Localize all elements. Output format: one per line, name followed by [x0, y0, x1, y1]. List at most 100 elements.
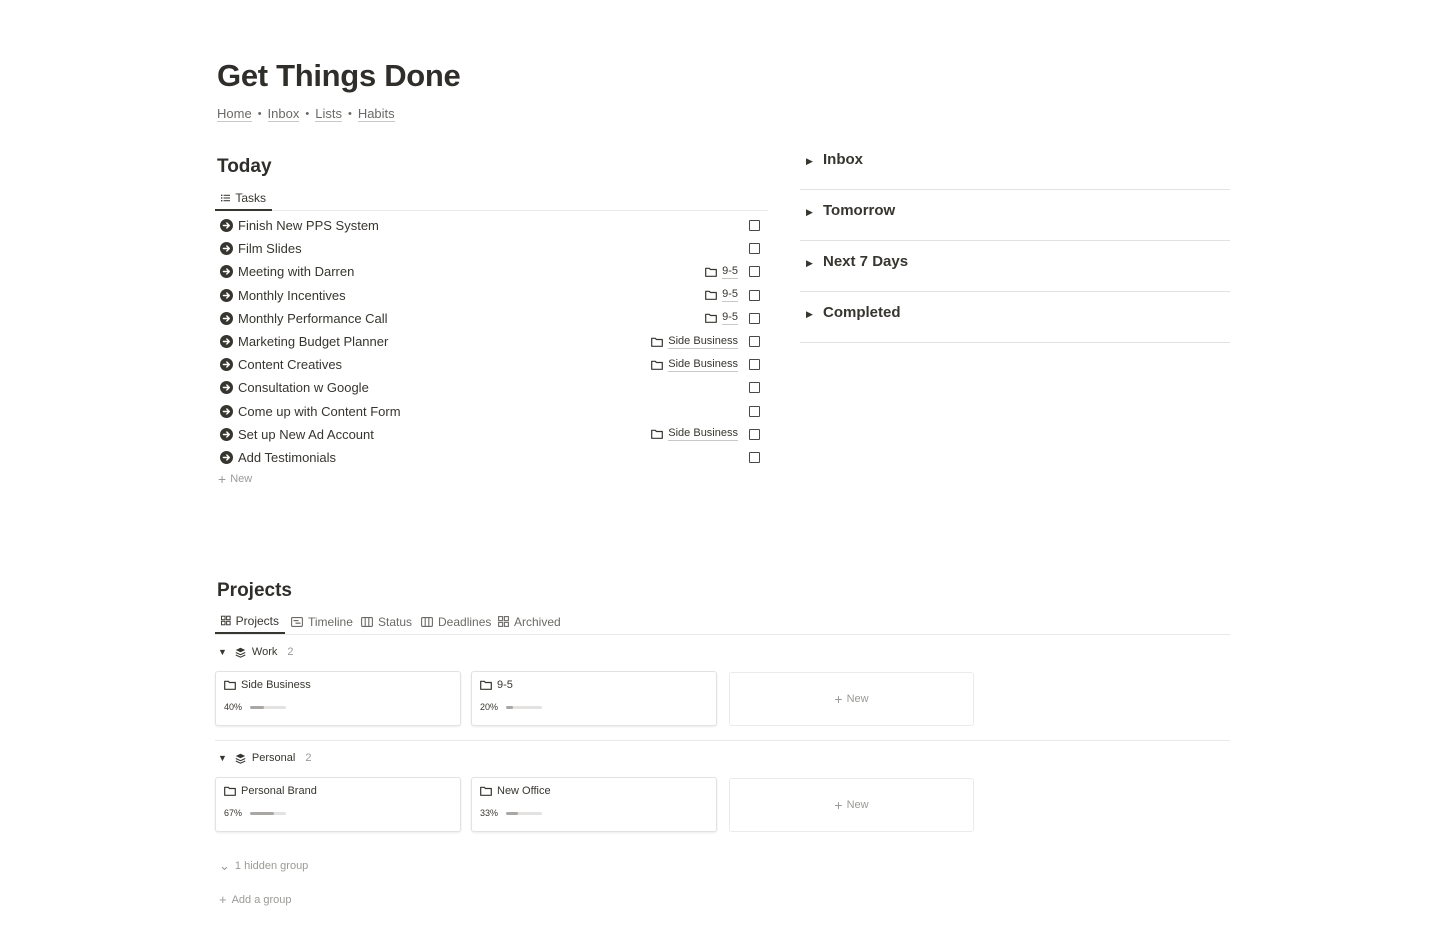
breadcrumb: Home • Inbox • Lists • Habits	[217, 106, 395, 122]
toggle-tomorrow[interactable]: ▶ Tomorrow	[800, 190, 1230, 241]
project-card-title: New Office	[480, 785, 551, 797]
toggle-completed[interactable]: ▶ Completed	[800, 292, 1230, 343]
task-checkbox[interactable]	[749, 405, 760, 417]
folder-icon	[651, 429, 664, 440]
arrow-circle-icon	[220, 288, 233, 302]
task-project-link[interactable]: 9-5	[705, 311, 738, 326]
task-checkbox[interactable]	[749, 428, 760, 440]
toggle-next-7-days[interactable]: ▶ Next 7 Days	[800, 241, 1230, 292]
project-card[interactable]: Personal Brand 67%	[215, 777, 461, 832]
task-checkbox[interactable]	[749, 451, 760, 463]
tab-timeline[interactable]: Timeline	[285, 609, 359, 634]
task-project-link[interactable]: 9-5	[705, 288, 738, 303]
breadcrumb-link-habits[interactable]: Habits	[357, 106, 395, 122]
task-row[interactable]: Set up New Ad Account Side Business	[215, 423, 768, 446]
list-icon	[221, 194, 231, 201]
breadcrumb-separator: •	[347, 108, 352, 120]
project-card[interactable]: 9-5 20%	[471, 671, 717, 726]
breadcrumb-link-lists[interactable]: Lists	[315, 106, 342, 122]
tab-projects[interactable]: Projects	[215, 609, 285, 634]
triangle-right-icon: ▶	[806, 156, 813, 166]
project-card-title: Side Business	[224, 679, 311, 691]
chevron-down-icon: ⌄	[219, 858, 230, 873]
folder-icon	[651, 360, 664, 370]
triangle-down-icon: ▼	[218, 753, 227, 763]
tab-tasks[interactable]: Tasks	[215, 186, 272, 211]
task-name: Marketing Budget Planner	[238, 334, 389, 350]
arrow-circle-icon	[220, 242, 233, 256]
task-row[interactable]: Add Testimonials	[215, 446, 768, 469]
project-name: Side Business	[241, 679, 311, 691]
progress-bar-fill	[250, 812, 275, 815]
new-project-card-button[interactable]: + New	[729, 778, 974, 832]
arrow-circle-icon	[220, 311, 233, 325]
task-row[interactable]: Monthly Incentives 9-5	[215, 284, 768, 307]
task-project-name: Side Business	[668, 357, 738, 372]
folder-icon	[705, 267, 717, 277]
task-row[interactable]: Monthly Performance Call 9-5	[215, 307, 768, 330]
task-checkbox[interactable]	[749, 289, 760, 301]
task-project-link[interactable]: 9-5	[705, 265, 738, 279]
group-header-personal[interactable]: ▼ Personal 2	[218, 752, 311, 764]
task-checkbox[interactable]	[749, 266, 760, 278]
task-project-link[interactable]: Side Business	[651, 358, 738, 372]
progress-bar-fill	[506, 812, 518, 815]
group-name: Work	[251, 646, 278, 658]
project-name: New Office	[497, 785, 551, 797]
task-checkbox[interactable]	[749, 312, 760, 324]
stack-icon	[235, 647, 246, 658]
task-row[interactable]: Come up with Content Form	[215, 400, 768, 423]
group-header-work[interactable]: ▼ Work 2	[218, 646, 294, 658]
new-task-button[interactable]: + New	[218, 472, 252, 486]
task-row[interactable]: Marketing Budget Planner Side Business	[215, 330, 768, 353]
progress-percent: 33%	[480, 808, 499, 818]
tab-archived[interactable]: Archived	[492, 609, 567, 634]
task-name: Come up with Content Form	[238, 403, 401, 419]
task-row[interactable]: Finish New PPS System	[215, 214, 768, 237]
task-row[interactable]: Meeting with Darren 9-5	[215, 260, 768, 283]
project-card[interactable]: New Office 33%	[471, 777, 717, 832]
breadcrumb-link-home[interactable]: Home	[217, 106, 252, 122]
project-card-title: Personal Brand	[224, 785, 317, 797]
new-project-card-button[interactable]: + New	[729, 672, 974, 726]
progress-bar	[250, 706, 286, 709]
task-row[interactable]: Consultation w Google	[215, 376, 768, 399]
folder-icon	[651, 337, 664, 347]
toggle-label: Completed	[823, 304, 901, 321]
task-row[interactable]: Content Creatives Side Business	[215, 353, 768, 376]
project-name: 9-5	[497, 679, 513, 691]
plus-icon: +	[219, 892, 227, 907]
task-checkbox[interactable]	[749, 335, 760, 347]
arrow-circle-icon	[220, 358, 233, 372]
project-card[interactable]: Side Business 40%	[215, 671, 461, 726]
folder-icon	[480, 786, 492, 796]
folder-icon	[705, 290, 717, 301]
tab-status[interactable]: Status	[355, 609, 418, 634]
breadcrumb-link-inbox[interactable]: Inbox	[267, 106, 300, 122]
add-group-button[interactable]: + Add a group	[219, 892, 292, 907]
timeline-icon	[291, 616, 303, 627]
arrow-circle-icon	[220, 427, 233, 441]
gallery-icon	[498, 616, 509, 627]
folder-icon	[224, 680, 236, 690]
hidden-group-toggle[interactable]: ⌄ 1 hidden group	[219, 858, 308, 874]
task-project-link[interactable]: Side Business	[651, 335, 738, 349]
task-name: Meeting with Darren	[238, 264, 355, 280]
stack-icon	[235, 753, 246, 764]
task-project-name: Side Business	[668, 334, 738, 349]
task-project-link[interactable]: Side Business	[651, 427, 738, 442]
progress-bar-fill	[250, 706, 265, 709]
task-name: Content Creatives	[238, 357, 343, 373]
plus-icon: +	[834, 691, 843, 707]
task-checkbox[interactable]	[749, 382, 760, 394]
tab-deadlines[interactable]: Deadlines	[415, 609, 497, 634]
today-heading: Today	[217, 156, 272, 177]
task-checkbox[interactable]	[749, 243, 760, 255]
toggle-inbox[interactable]: ▶ Inbox	[800, 139, 1230, 190]
group-divider	[215, 740, 1230, 741]
new-card-label: New	[846, 799, 869, 811]
task-checkbox[interactable]	[749, 359, 760, 371]
task-checkbox[interactable]	[749, 220, 760, 231]
arrow-circle-icon	[220, 404, 233, 418]
task-row[interactable]: Film Slides	[215, 237, 768, 260]
